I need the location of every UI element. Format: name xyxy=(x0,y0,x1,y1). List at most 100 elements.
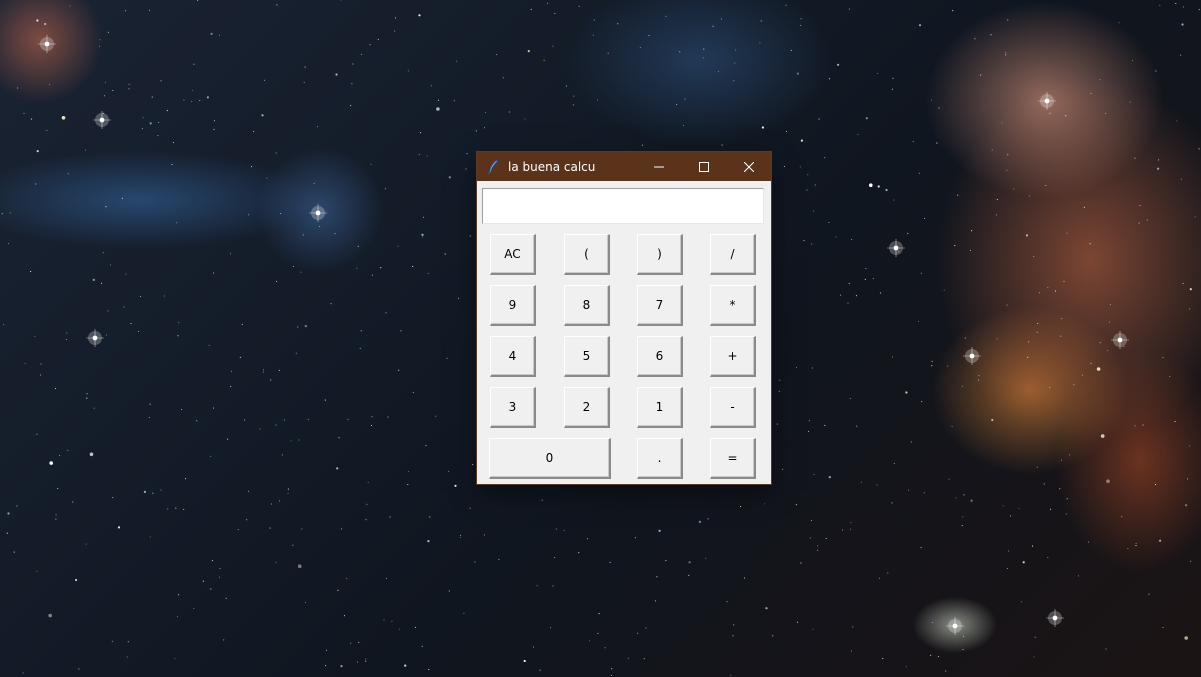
star xyxy=(278,369,280,371)
digit-2-button[interactable]: 2 xyxy=(564,387,610,428)
star xyxy=(105,206,107,208)
star xyxy=(676,103,678,105)
star xyxy=(1032,545,1034,547)
open-paren-button[interactable]: ( xyxy=(564,234,610,275)
subtract-button[interactable]: - xyxy=(710,387,756,428)
star xyxy=(125,273,127,275)
star xyxy=(837,63,840,66)
star xyxy=(954,245,956,247)
star xyxy=(86,393,88,395)
star xyxy=(357,661,359,663)
star xyxy=(1005,52,1007,54)
digit-3-button[interactable]: 3 xyxy=(490,387,536,428)
star xyxy=(275,424,277,426)
digit-4-button[interactable]: 4 xyxy=(490,336,536,377)
star xyxy=(65,338,67,341)
star xyxy=(48,613,52,618)
equals-button[interactable]: = xyxy=(710,438,756,479)
star xyxy=(876,484,878,486)
multiply-button[interactable]: * xyxy=(710,285,756,326)
star xyxy=(246,519,248,521)
star xyxy=(319,226,321,228)
star xyxy=(938,107,940,109)
star xyxy=(1049,386,1051,389)
star xyxy=(634,537,636,539)
star xyxy=(1013,188,1015,190)
star xyxy=(408,470,410,472)
digit-6-button[interactable]: 6 xyxy=(637,336,683,377)
star xyxy=(1138,222,1140,224)
star xyxy=(893,199,895,201)
star xyxy=(1090,362,1092,364)
star xyxy=(807,174,809,176)
digit-0-button[interactable]: 0 xyxy=(489,438,611,479)
star xyxy=(835,236,837,238)
star xyxy=(1018,507,1020,509)
expression-display[interactable] xyxy=(482,188,764,224)
star xyxy=(848,8,850,10)
star xyxy=(778,390,780,392)
star xyxy=(181,408,183,411)
star xyxy=(1059,488,1061,490)
star xyxy=(565,85,568,87)
bright-star xyxy=(38,35,56,53)
clear-button[interactable]: AC xyxy=(490,234,536,275)
star xyxy=(1109,304,1111,306)
star xyxy=(1043,483,1045,485)
star xyxy=(276,4,278,6)
star xyxy=(795,504,797,506)
digit-7-button[interactable]: 7 xyxy=(637,285,683,326)
star xyxy=(865,267,867,270)
close-button[interactable] xyxy=(726,152,771,181)
digit-8-button[interactable]: 8 xyxy=(564,285,610,326)
star xyxy=(1180,178,1182,180)
minimize-button[interactable] xyxy=(636,152,681,181)
star xyxy=(1050,508,1052,510)
star xyxy=(69,5,71,7)
star xyxy=(1187,478,1189,480)
star xyxy=(1099,78,1101,80)
decimal-button[interactable]: . xyxy=(637,438,683,479)
star xyxy=(270,379,272,381)
star xyxy=(171,163,173,166)
star xyxy=(1007,154,1009,156)
digit-9-button[interactable]: 9 xyxy=(490,285,536,326)
star xyxy=(370,163,372,165)
star xyxy=(248,214,250,216)
star xyxy=(824,424,826,426)
star xyxy=(1159,4,1161,6)
star xyxy=(1108,321,1110,323)
star xyxy=(596,99,599,101)
star xyxy=(105,334,107,336)
star xyxy=(67,173,69,175)
star xyxy=(13,551,15,553)
star xyxy=(22,672,24,674)
star xyxy=(385,577,387,579)
star xyxy=(760,20,762,22)
star xyxy=(563,529,565,531)
star xyxy=(49,83,51,86)
star xyxy=(1066,232,1068,234)
title-bar[interactable]: la buena calcu xyxy=(477,152,771,181)
digit-5-button[interactable]: 5 xyxy=(564,336,610,377)
star xyxy=(931,365,933,367)
divide-button[interactable]: / xyxy=(710,234,756,275)
star xyxy=(1,213,3,215)
star xyxy=(1127,548,1129,550)
star xyxy=(72,501,74,503)
digit-1-button[interactable]: 1 xyxy=(637,387,683,428)
star xyxy=(1169,375,1171,377)
star xyxy=(1154,484,1157,486)
star xyxy=(847,302,849,304)
star xyxy=(799,166,801,168)
close-paren-button[interactable]: ) xyxy=(637,234,683,275)
star xyxy=(40,363,42,365)
star xyxy=(297,564,302,568)
maximize-button[interactable] xyxy=(681,152,726,181)
star xyxy=(316,126,319,128)
star xyxy=(112,497,114,499)
add-button[interactable]: + xyxy=(710,336,756,377)
star xyxy=(128,88,130,90)
star xyxy=(398,369,400,371)
star xyxy=(213,128,215,130)
